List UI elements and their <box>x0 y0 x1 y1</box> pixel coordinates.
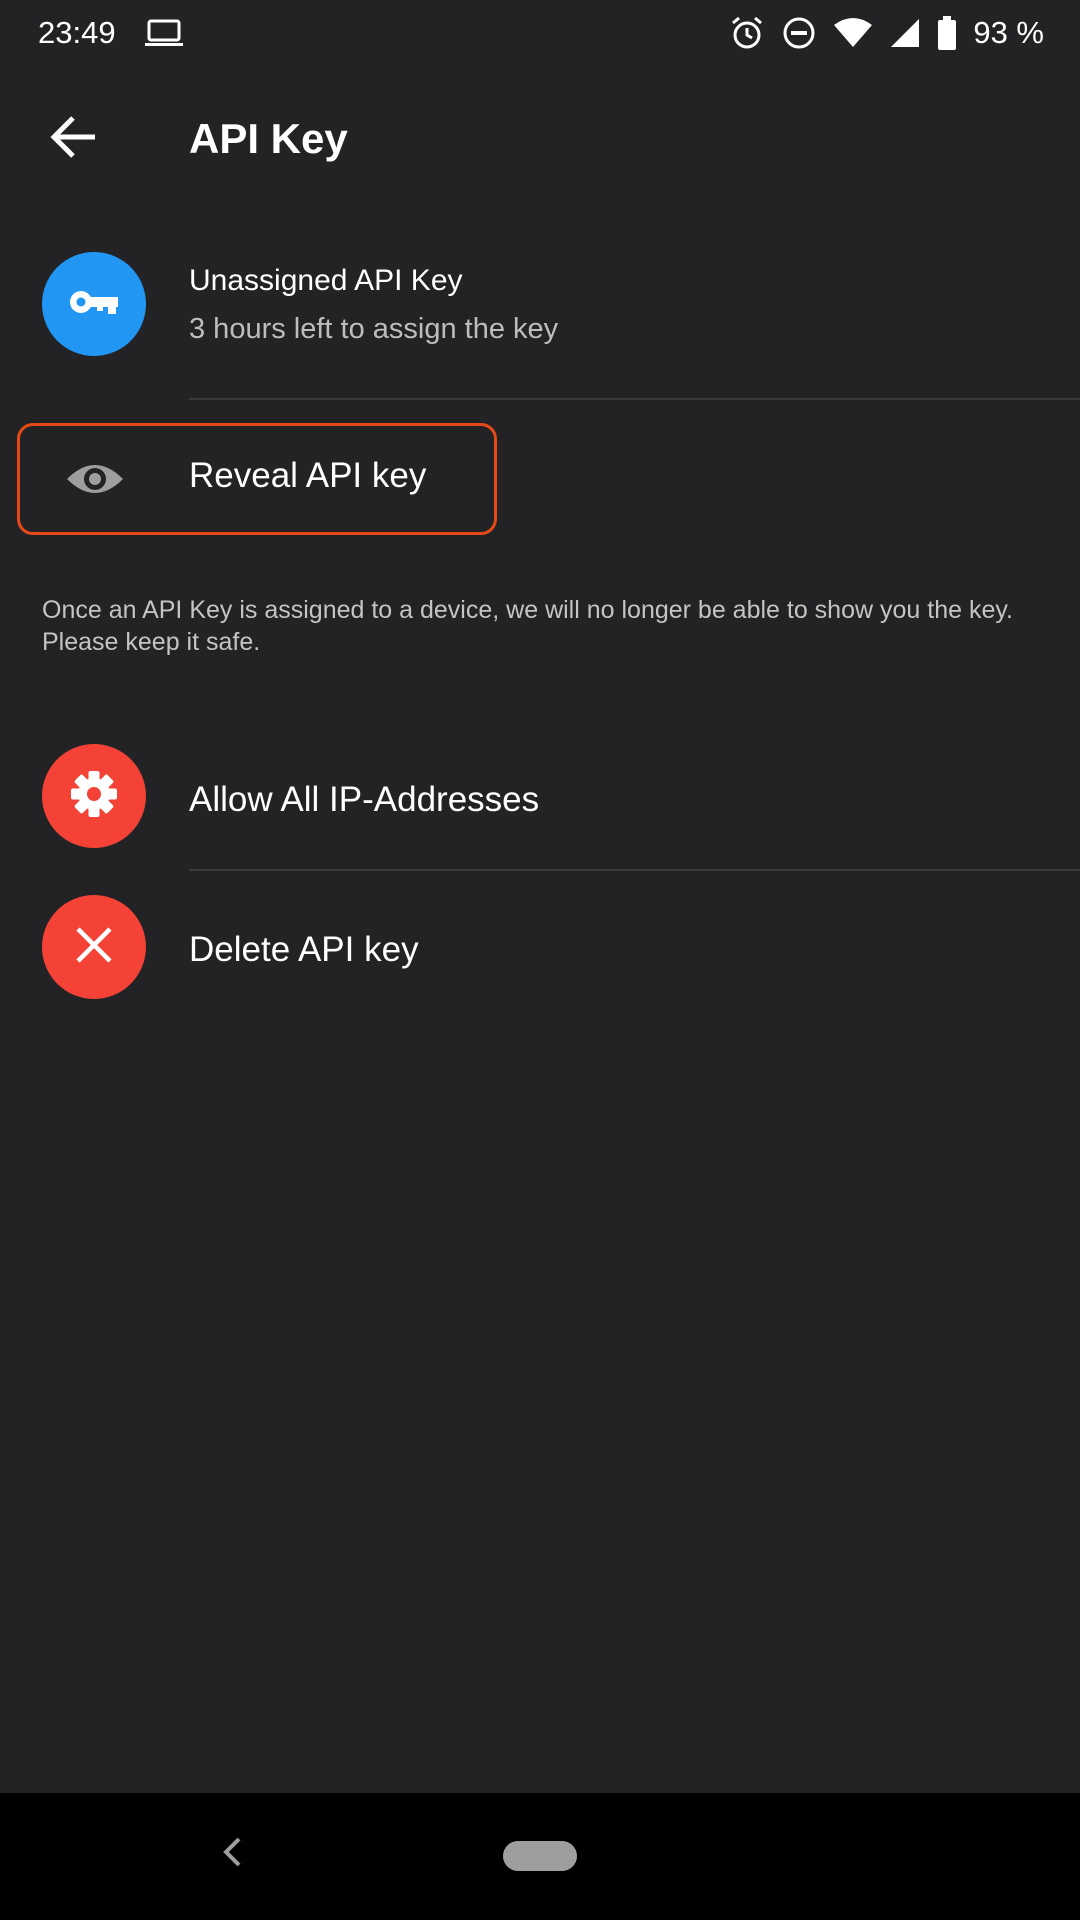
nav-back-icon <box>221 1836 243 1873</box>
back-button[interactable] <box>40 106 106 172</box>
allow-ip-addresses-item[interactable]: Allow All IP-Addresses <box>0 743 1080 869</box>
alarm-icon <box>729 15 765 51</box>
battery-percent: 93 % <box>973 15 1044 50</box>
delete-api-key-label: Delete API key <box>189 930 419 969</box>
home-pill-icon[interactable] <box>503 1841 577 1871</box>
divider <box>189 869 1080 871</box>
allow-ip-avatar <box>42 744 146 848</box>
info-note: Once an API Key is assigned to a device,… <box>42 596 1013 656</box>
allow-ip-addresses-label: Allow All IP-Addresses <box>189 780 540 819</box>
battery-icon <box>937 16 957 50</box>
navigation-bar <box>0 1793 1080 1920</box>
key-info-item: Unassigned API Key 3 hours left to assig… <box>0 250 1080 400</box>
status-left: 23:49 <box>38 15 184 51</box>
wifi-icon <box>833 17 873 49</box>
close-icon <box>74 925 114 970</box>
delete-avatar <box>42 895 146 999</box>
app-bar: API Key <box>0 66 1080 206</box>
status-bar: 23:49 93 % <box>0 0 1080 66</box>
eye-icon <box>65 452 125 506</box>
nav-back-button[interactable] <box>212 1829 252 1879</box>
reveal-label: Reveal API key <box>189 456 427 495</box>
key-status-subtitle: 3 hours left to assign the key <box>189 313 559 345</box>
arrow-left-icon <box>49 115 97 164</box>
key-icon <box>68 287 120 322</box>
do-not-disturb-icon <box>781 15 817 51</box>
page-title: API Key <box>189 115 348 162</box>
signal-icon <box>889 17 921 49</box>
status-right: 93 % <box>729 15 1044 51</box>
divider <box>189 398 1080 400</box>
key-status-title: Unassigned API Key <box>189 264 463 297</box>
laptop-icon <box>144 18 184 48</box>
status-time: 23:49 <box>38 15 116 50</box>
delete-api-key-item[interactable]: Delete API key <box>0 893 1080 1019</box>
key-avatar <box>42 252 146 356</box>
reveal-api-key-button[interactable]: Reveal API key <box>17 423 497 535</box>
gear-icon <box>69 769 119 824</box>
